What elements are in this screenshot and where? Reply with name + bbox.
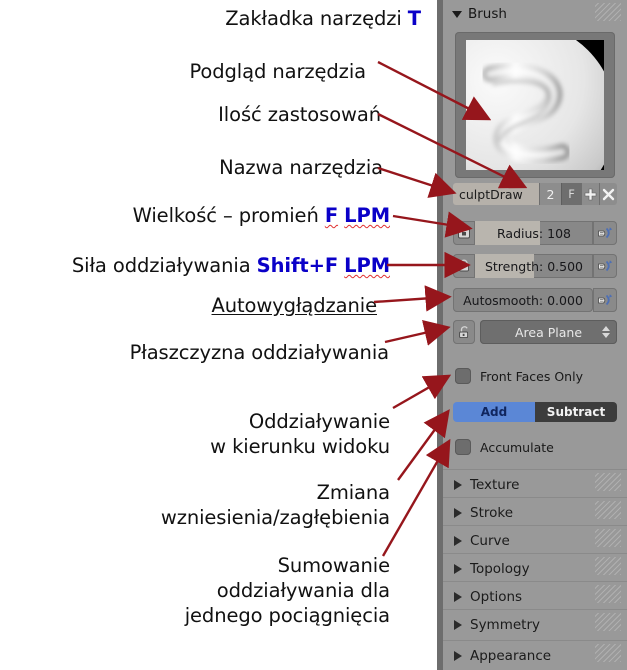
panel-label: Stroke <box>470 504 514 521</box>
strength-slider[interactable]: Strength: 0.500 <box>475 254 593 278</box>
brush-unit-icon <box>458 228 470 239</box>
panel-header-symmetry[interactable]: Symmetry <box>443 609 627 639</box>
annotation-column: Zakładka narzędzi T Podgląd narzędzia Il… <box>0 0 437 670</box>
animate-property-icon <box>597 294 612 306</box>
panel-grip-icon <box>595 3 621 21</box>
panel-header-options[interactable]: Options <box>443 581 627 611</box>
chevron-right-icon <box>454 563 462 574</box>
new-brush-button[interactable] <box>581 183 599 205</box>
autosmooth-animate-button[interactable] <box>593 288 617 312</box>
panel-grip-icon <box>595 501 621 519</box>
plus-icon <box>584 188 597 200</box>
annotation-add-subtract: Zmiana wzniesienia/zagłębienia <box>160 481 390 529</box>
panel-header-topology[interactable]: Topology <box>443 553 627 583</box>
chevron-right-icon <box>454 619 462 630</box>
panel-grip-icon <box>595 644 621 662</box>
panel-label: Options <box>470 588 523 605</box>
direction-add-button[interactable]: Add <box>453 402 535 422</box>
pressure-icon <box>459 259 469 272</box>
strength-slider-row: Strength: 0.500 <box>453 254 617 278</box>
sculpt-plane-value: Area Plane <box>514 324 583 340</box>
accumulate-row[interactable]: Accumulate <box>455 439 554 455</box>
panel-grip-icon <box>595 529 621 547</box>
panel-header-appearance[interactable]: Appearance <box>443 640 627 670</box>
front-faces-only-label: Front Faces Only <box>480 368 583 384</box>
keybinding-t: T <box>407 7 421 30</box>
autosmooth-slider-row: Autosmooth: 0.000 <box>453 288 617 312</box>
keybinding-shift-f: Shift+F <box>256 254 339 277</box>
panel-grip-icon <box>595 613 621 631</box>
unlock-icon <box>458 325 468 338</box>
annotation-text: Zakładka narzędzi T <box>225 7 421 30</box>
accumulate-checkbox[interactable] <box>455 439 471 455</box>
autosmooth-slider[interactable]: Autosmooth: 0.000 <box>453 288 593 312</box>
annotation-use-count: Ilość zastosowań <box>218 103 381 126</box>
animate-property-icon <box>597 260 612 272</box>
tool-properties-panel: Brush culptDraw 2 F Radius: 108 Strength… <box>437 0 627 670</box>
annotation-text: Autowygłądzanie <box>211 294 378 317</box>
radius-slider-label: Radius: 108 <box>497 225 571 241</box>
direction-subtract-button[interactable]: Subtract <box>535 402 617 422</box>
sculpt-plane-dropdown[interactable]: Area Plane <box>480 320 617 344</box>
sculpt-plane-row: Area Plane <box>453 320 617 344</box>
chevron-right-icon <box>454 591 462 602</box>
annotation-size-radius: Wielkość – promień F LPM <box>132 204 390 227</box>
panel-label: Curve <box>470 532 510 549</box>
panel-header-stroke[interactable]: Stroke <box>443 497 627 527</box>
chevron-right-icon <box>454 479 462 490</box>
radius-animate-button[interactable] <box>593 221 617 245</box>
chevron-right-icon <box>454 650 462 661</box>
panel-label: Texture <box>470 476 520 493</box>
panel-content: Brush culptDraw 2 F Radius: 108 Strength… <box>443 0 627 670</box>
radius-slider[interactable]: Radius: 108 <box>475 221 593 245</box>
strength-unit-pressure-button[interactable] <box>453 254 475 278</box>
front-faces-only-row[interactable]: Front Faces Only <box>455 368 583 384</box>
front-faces-only-checkbox[interactable] <box>455 368 471 384</box>
plane-lock-button[interactable] <box>453 320 475 344</box>
annotation-tool-name: Nazwa narzędzia <box>219 156 383 179</box>
animate-property-icon <box>597 227 612 239</box>
brush-datablock-row: culptDraw 2 F <box>453 183 617 205</box>
strength-animate-button[interactable] <box>593 254 617 278</box>
panel-header-texture[interactable]: Texture <box>443 469 627 499</box>
panel-label: Appearance <box>470 647 552 664</box>
panel-header-curve[interactable]: Curve <box>443 525 627 555</box>
annotation-front-faces: Oddziaływanie w kierunku widoku <box>210 410 390 458</box>
radius-unit-pressure-button[interactable] <box>453 221 475 245</box>
annotation-tool-preview: Podgląd narzędzia <box>189 60 366 83</box>
panel-header-brush[interactable]: Brush <box>443 0 627 28</box>
panel-label: Topology <box>470 560 530 577</box>
radius-slider-row: Radius: 108 <box>453 221 617 245</box>
chevron-updown-icon <box>602 326 610 338</box>
keybinding-f: F <box>324 204 339 227</box>
close-icon <box>602 188 615 200</box>
brush-name-field[interactable]: culptDraw <box>453 183 539 205</box>
brush-preview-image <box>466 40 604 170</box>
panel-label: Symmetry <box>470 616 540 633</box>
strength-slider-label: Strength: 0.500 <box>484 258 584 274</box>
panel-grip-icon <box>595 585 621 603</box>
keybinding-lpm: LPM <box>344 204 390 227</box>
fake-user-button[interactable]: F <box>561 183 581 205</box>
panel-header-label: Brush <box>468 6 507 22</box>
panel-grip-icon <box>595 557 621 575</box>
brush-user-count[interactable]: 2 <box>539 183 561 205</box>
brush-preview-svg <box>466 40 604 170</box>
annotation-autosmooth: Autowygłądzanie <box>211 293 378 318</box>
chevron-right-icon <box>454 535 462 546</box>
annotation-tab-tools: Zakładka narzędzi T <box>225 6 421 31</box>
accumulate-label: Accumulate <box>480 439 554 455</box>
brush-direction-toggle: Add Subtract <box>453 402 617 422</box>
brush-preview-frame[interactable] <box>455 32 615 178</box>
chevron-right-icon <box>454 507 462 518</box>
panel-grip-icon <box>595 473 621 491</box>
keybinding-lpm-2: LPM <box>344 254 390 277</box>
chevron-down-icon <box>452 10 462 18</box>
annotation-accumulate: Sumowanie oddziaływania dla jednego poci… <box>184 554 390 627</box>
autosmooth-slider-label: Autosmooth: 0.000 <box>463 292 583 308</box>
annotation-strength: Siła oddziaływania Shift+F LPM <box>71 254 390 277</box>
unlink-brush-button[interactable] <box>599 183 617 205</box>
annotation-area-plane: Płaszczyzna oddziaływania <box>129 341 389 364</box>
